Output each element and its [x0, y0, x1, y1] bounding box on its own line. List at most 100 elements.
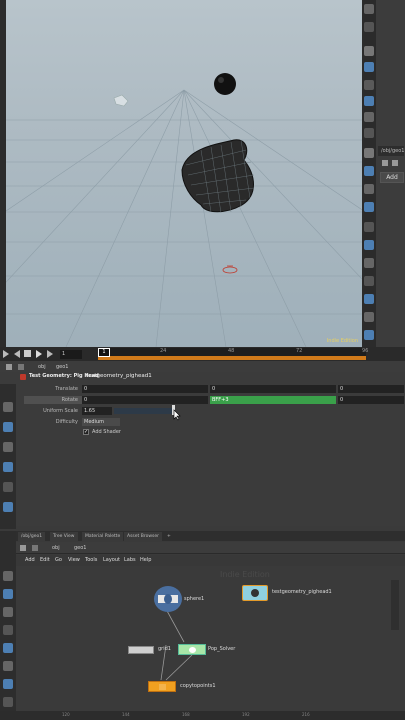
normals-icon[interactable]: [364, 166, 374, 176]
help-icon[interactable]: [3, 442, 13, 452]
play-icon[interactable]: [36, 350, 42, 358]
breadcrumb-geo1[interactable]: geo1: [56, 362, 69, 372]
scene-view-icon[interactable]: [364, 4, 374, 14]
camera-icon[interactable]: [364, 62, 374, 72]
tab-asset-browser[interactable]: Asset Browser: [124, 532, 162, 541]
menu-view[interactable]: View: [68, 556, 80, 565]
step-forward-icon[interactable]: [47, 350, 53, 358]
menu-go[interactable]: Go: [55, 556, 62, 565]
grid-node[interactable]: [128, 646, 154, 654]
forward-icon[interactable]: [392, 160, 398, 166]
stop-icon[interactable]: [24, 350, 31, 357]
difficulty-label: Difficulty: [55, 419, 78, 425]
lock-camera-icon[interactable]: [364, 330, 374, 340]
step-back-icon[interactable]: [14, 350, 20, 358]
pop-solver-node[interactable]: [178, 644, 206, 655]
menu-layout[interactable]: Layout: [103, 556, 120, 565]
points-icon[interactable]: [364, 148, 374, 158]
sphere-object[interactable]: [214, 73, 236, 95]
forward-icon[interactable]: [32, 545, 38, 551]
breadcrumb-obj[interactable]: obj: [52, 543, 60, 553]
breadcrumb-geo1[interactable]: geo1: [74, 543, 87, 553]
back-icon[interactable]: [6, 364, 12, 370]
flag-icon[interactable]: [3, 679, 13, 689]
lights-toggle-icon[interactable]: [364, 258, 374, 268]
rotate-x-field[interactable]: 0: [82, 396, 208, 404]
rotate-z-field[interactable]: 0: [338, 396, 404, 404]
pighead-node-icon: [251, 589, 259, 597]
shading-icon[interactable]: [364, 96, 374, 106]
tab-network[interactable]: /obj/geo1: [18, 532, 46, 541]
snap-icon[interactable]: [364, 202, 374, 212]
add-shader-checkbox[interactable]: ✓: [83, 429, 89, 435]
side-panel-tab[interactable]: /obj/geo1: [378, 146, 404, 156]
translate-y-field[interactable]: 0: [210, 385, 336, 393]
pighead-mesh[interactable]: [181, 139, 255, 214]
dot-icon[interactable]: [3, 661, 13, 671]
network-editor[interactable]: Indie Edition sphere1 testgeometry_pighe…: [16, 566, 405, 711]
ghost-icon[interactable]: [364, 128, 374, 138]
grid-snap-icon[interactable]: [3, 697, 13, 707]
tab-tree-view[interactable]: Tree View: [50, 532, 78, 541]
xray-icon[interactable]: [364, 294, 374, 304]
menu-help[interactable]: Help: [140, 556, 151, 565]
menu-labs[interactable]: Labs: [124, 556, 136, 565]
arrow-icon[interactable]: [382, 160, 388, 166]
translate-z-field[interactable]: 0: [338, 385, 404, 393]
display-icon[interactable]: [364, 80, 374, 90]
network-box-icon[interactable]: [3, 643, 13, 653]
sphere-node[interactable]: [154, 586, 182, 612]
sticky-icon[interactable]: [3, 625, 13, 635]
add-button[interactable]: Add: [380, 172, 404, 183]
back-icon[interactable]: [20, 545, 26, 551]
difficulty-select[interactable]: Medium: [82, 418, 120, 426]
origin-gizmo: [222, 265, 238, 274]
rotate-label: Rotate: [61, 397, 78, 403]
current-frame-marker[interactable]: 1: [98, 348, 110, 357]
view-tool-icon[interactable]: [3, 589, 13, 599]
timeline-tick: 72: [296, 348, 303, 354]
menu-tools[interactable]: Tools: [85, 556, 97, 565]
uniform-scale-field[interactable]: 1.65: [82, 407, 112, 415]
spare-icon[interactable]: [3, 462, 13, 472]
add-tab-button[interactable]: +: [164, 532, 174, 541]
forward-icon[interactable]: [18, 364, 24, 370]
wireframe-icon[interactable]: [364, 112, 374, 122]
rewind-icon[interactable]: [3, 350, 9, 358]
grid-toggle-icon[interactable]: [364, 184, 374, 194]
lock-icon[interactable]: [3, 482, 13, 492]
copytopoints-node[interactable]: [148, 681, 176, 692]
menu-add[interactable]: Add: [25, 556, 35, 565]
link-icon[interactable]: [3, 502, 13, 512]
ruler-tick: 144: [122, 712, 130, 717]
persp-icon[interactable]: [364, 312, 374, 322]
rotate-y-field[interactable]: BFF+3: [210, 396, 336, 404]
breadcrumb-obj[interactable]: obj: [38, 362, 46, 372]
light-icon[interactable]: [364, 46, 374, 56]
scene-viewport[interactable]: Indie Edition: [6, 0, 362, 347]
pighead-node[interactable]: [242, 585, 268, 601]
pin-icon[interactable]: [3, 422, 13, 432]
node-name-field[interactable]: testgeometry_pighead1: [86, 373, 152, 379]
tab-material-palette[interactable]: Material Palette: [82, 532, 124, 541]
copytopoints-icon: [159, 684, 166, 690]
layout-icon[interactable]: [3, 607, 13, 617]
gear-icon[interactable]: [3, 402, 13, 412]
visualize-icon[interactable]: [364, 240, 374, 250]
network-footer-ruler: [0, 711, 405, 720]
uniform-scale-slider[interactable]: [114, 408, 174, 414]
light-gizmo[interactable]: [113, 94, 129, 107]
translate-x-field[interactable]: 0: [82, 385, 208, 393]
ruler-tick: 192: [242, 712, 250, 717]
target-icon[interactable]: [364, 22, 374, 32]
timeline-tick: 96: [362, 348, 369, 354]
uniform-scale-label: Uniform Scale: [43, 408, 78, 414]
frame-input[interactable]: 1: [60, 350, 82, 359]
ruler-tick: 216: [302, 712, 310, 717]
copytopoints-label: copytopoints1: [180, 683, 216, 689]
bg-icon[interactable]: [364, 276, 374, 286]
menu-edit[interactable]: Edit: [40, 556, 50, 565]
select-tool-icon[interactable]: [3, 571, 13, 581]
handles-icon[interactable]: [364, 222, 374, 232]
network-scrollbar[interactable]: [391, 580, 399, 630]
